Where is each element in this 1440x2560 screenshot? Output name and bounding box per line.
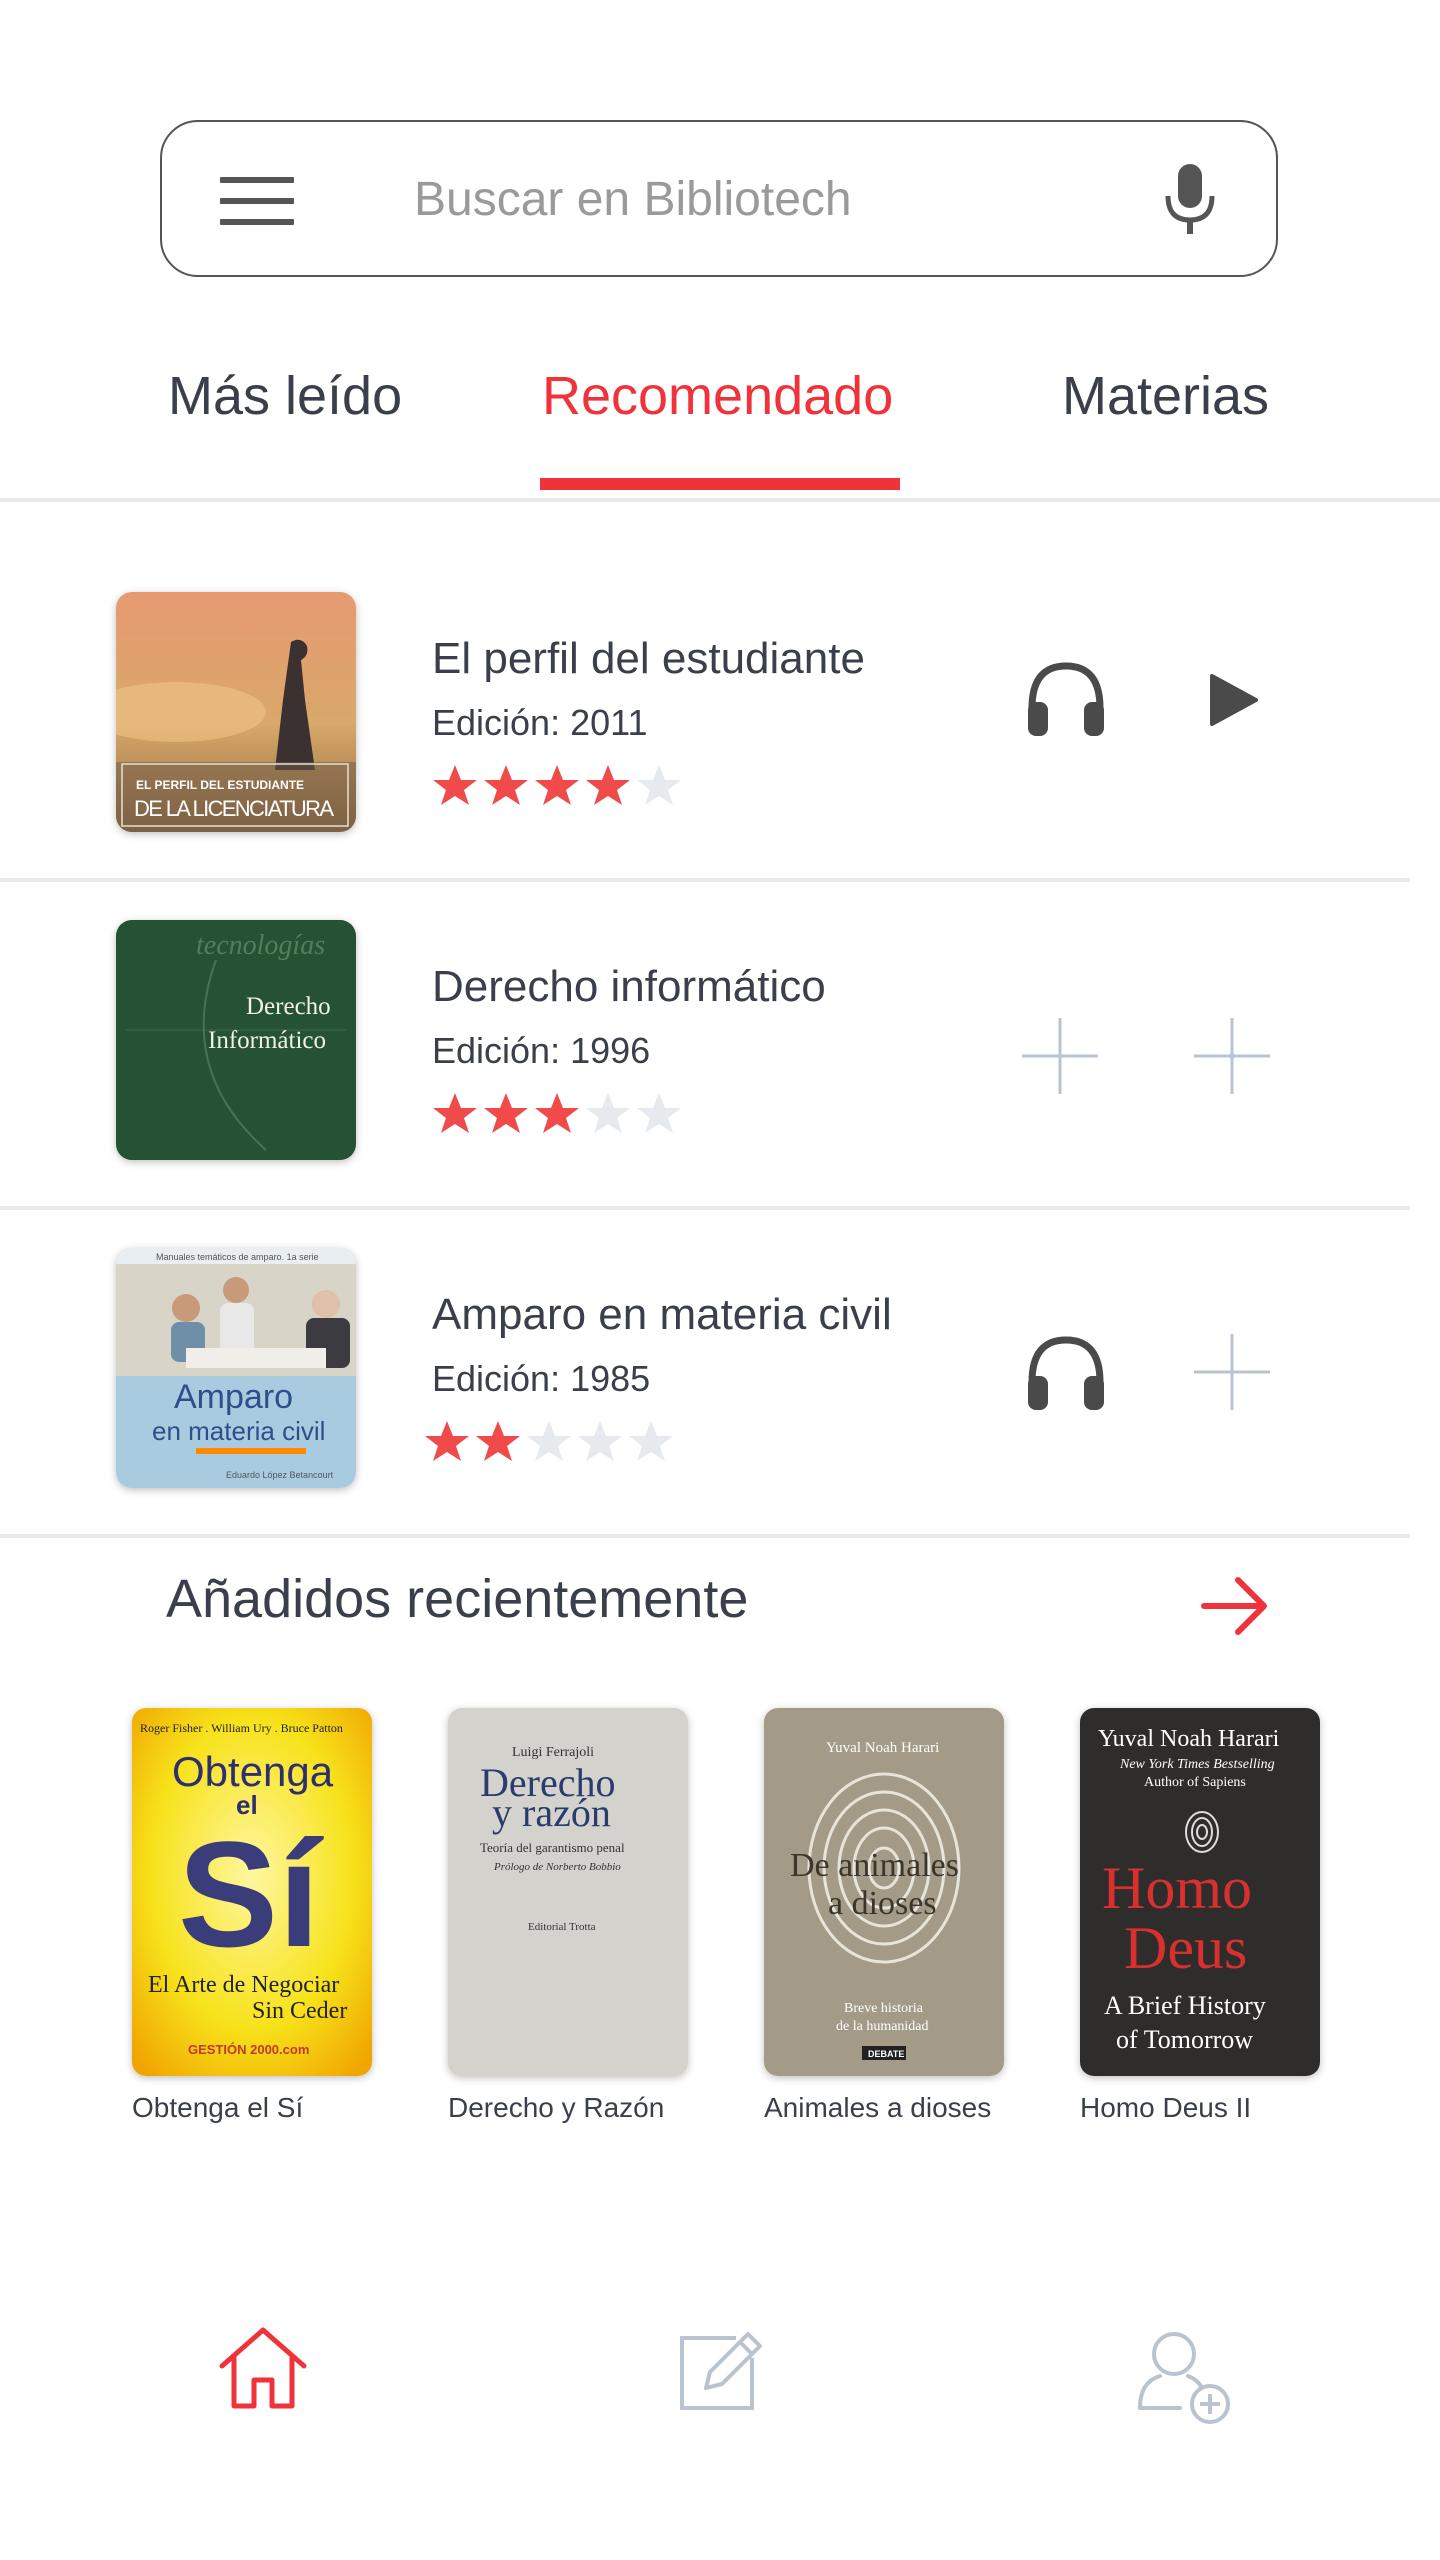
cover-text: Homo xyxy=(1102,1855,1252,1921)
book-edition: Edición: 2011 xyxy=(432,702,648,743)
arrow-right-icon[interactable] xyxy=(1200,1572,1272,1640)
book-row[interactable]: tecnologías Derecho Informático Derecho … xyxy=(0,920,1410,1248)
cover-text: Sin Ceder xyxy=(252,1998,347,2024)
book-title[interactable]: Derecho informático xyxy=(432,962,826,1012)
star-filled-icon xyxy=(476,1421,520,1461)
cover-text: A Brief History xyxy=(1104,1991,1266,2020)
cover-text: de la humanidad xyxy=(836,2019,929,2034)
cover-text: Amparo xyxy=(174,1378,293,1416)
book-row[interactable]: EL PERFIL DEL ESTUDIANTE DE LA LICENCIAT… xyxy=(0,592,1410,920)
recent-book-card[interactable]: Roger Fisher . William Ury . Bruce Patto… xyxy=(132,1708,372,2124)
star-empty-icon xyxy=(527,1421,571,1461)
plus-icon[interactable] xyxy=(1194,1334,1270,1410)
cover-text: Editorial Trotta xyxy=(528,1921,596,1933)
star-filled-icon xyxy=(484,765,528,805)
cover-text: Obtenga xyxy=(172,1748,334,1795)
book-row[interactable]: Manuales temáticos de amparo. 1a serie A… xyxy=(0,1248,1410,1576)
star-empty-icon xyxy=(629,1421,673,1461)
plus-icon[interactable] xyxy=(1022,1018,1098,1094)
book-cover[interactable]: Yuval Noah Harari New York Times Bestsel… xyxy=(1080,1708,1320,2076)
cover-text: Manuales temáticos de amparo. 1a serie xyxy=(156,1252,319,1262)
headphones-icon[interactable] xyxy=(1024,658,1108,740)
edit-icon[interactable] xyxy=(676,2326,766,2414)
recent-book-card[interactable]: Yuval Noah Harari De animales a dioses B… xyxy=(764,1708,1004,2124)
cover-text: a dioses xyxy=(828,1885,937,1922)
book-cover[interactable]: Yuval Noah Harari De animales a dioses B… xyxy=(764,1708,1004,2076)
cover-text: DEBATE xyxy=(868,2049,904,2059)
star-filled-icon xyxy=(484,1093,528,1133)
rating-stars xyxy=(422,1418,677,1464)
book-cover[interactable]: Manuales temáticos de amparo. 1a serie A… xyxy=(116,1248,356,1488)
cover-text: Roger Fisher . William Ury . Bruce Patto… xyxy=(140,1721,343,1735)
recent-book-card[interactable]: Luigi Ferrajoli Derecho y razón Teoría d… xyxy=(448,1708,688,2124)
book-caption: Animales a dioses xyxy=(764,2092,992,2123)
book-cover[interactable]: Luigi Ferrajoli Derecho y razón Teoría d… xyxy=(448,1708,688,2076)
home-icon[interactable] xyxy=(218,2326,308,2410)
cover-text: Luigi Ferrajoli xyxy=(512,1745,594,1760)
book-caption: Obtenga el Sí xyxy=(132,2092,304,2123)
search-bar xyxy=(160,120,1278,277)
cover-text: y razón xyxy=(492,1790,611,1835)
cover-text: Yuval Noah Harari xyxy=(1098,1726,1280,1752)
star-filled-icon xyxy=(586,765,630,805)
cover-text: GESTIÓN 2000.com xyxy=(188,2042,309,2057)
book-caption: Derecho y Razón xyxy=(448,2092,665,2123)
star-empty-icon xyxy=(637,1093,681,1133)
cover-text: EL PERFIL DEL ESTUDIANTE xyxy=(136,778,304,792)
cover-watermark: tecnologías xyxy=(196,930,325,961)
cover-text: of Tomorrow xyxy=(1116,2025,1253,2054)
star-filled-icon xyxy=(433,1093,477,1133)
tab-recomendado[interactable]: Recomendado xyxy=(542,365,893,427)
headphones-icon[interactable] xyxy=(1024,1332,1108,1414)
book-edition: Edición: 1996 xyxy=(432,1030,651,1071)
tab-materias[interactable]: Materias xyxy=(1062,365,1269,427)
cover-text: De animales xyxy=(790,1847,959,1884)
book-cover[interactable]: Roger Fisher . William Ury . Bruce Patto… xyxy=(132,1708,372,2076)
microphone-icon[interactable] xyxy=(1160,162,1220,242)
star-filled-icon xyxy=(433,765,477,805)
book-cover[interactable]: EL PERFIL DEL ESTUDIANTE DE LA LICENCIAT… xyxy=(116,592,356,832)
row-divider xyxy=(0,878,1410,882)
cover-text: Breve historia xyxy=(844,2001,924,2016)
row-divider xyxy=(0,1534,1410,1538)
cover-text: Informático xyxy=(208,1027,326,1054)
star-empty-icon xyxy=(637,765,681,805)
recent-book-card[interactable]: Yuval Noah Harari New York Times Bestsel… xyxy=(1080,1708,1320,2124)
cover-text: Sí xyxy=(178,1810,324,1978)
cover-text: Yuval Noah Harari xyxy=(826,1740,939,1756)
cover-text: DE LA LICENCIATURA xyxy=(134,796,334,821)
cover-text: Eduardo López Betancourt xyxy=(226,1470,334,1480)
rating-stars xyxy=(430,762,685,808)
book-cover[interactable]: tecnologías Derecho Informático xyxy=(116,920,356,1160)
star-filled-icon xyxy=(535,765,579,805)
add-user-icon[interactable] xyxy=(1136,2326,1236,2426)
star-empty-icon xyxy=(578,1421,622,1461)
tab-mas-leido[interactable]: Más leído xyxy=(168,365,402,427)
cover-text: Derecho xyxy=(246,993,331,1020)
cover-text: New York Times Bestselling xyxy=(1119,1757,1275,1772)
star-filled-icon xyxy=(535,1093,579,1133)
active-tab-indicator xyxy=(540,478,900,490)
section-title: Añadidos recientemente xyxy=(166,1569,749,1629)
star-filled-icon xyxy=(425,1421,469,1461)
cover-text: El Arte de Negociar xyxy=(148,1972,339,1998)
cover-text: Prólogo de Norberto Bobbio xyxy=(493,1861,621,1873)
rating-stars xyxy=(430,1090,685,1136)
cover-text: Author of Sapiens xyxy=(1144,1775,1246,1790)
book-title[interactable]: El perfil del estudiante xyxy=(432,634,865,684)
row-divider xyxy=(0,1206,1410,1210)
menu-icon[interactable] xyxy=(220,177,294,225)
search-input[interactable] xyxy=(412,162,1016,236)
book-caption: Homo Deus II xyxy=(1080,2092,1252,2123)
star-empty-icon xyxy=(586,1093,630,1133)
cover-text: Teoría del garantismo penal xyxy=(480,1840,625,1855)
plus-icon[interactable] xyxy=(1194,1018,1270,1094)
cover-text: en materia civil xyxy=(152,1416,325,1446)
book-edition: Edición: 1985 xyxy=(432,1358,651,1399)
tabs-divider xyxy=(0,498,1440,502)
book-title[interactable]: Amparo en materia civil xyxy=(432,1290,892,1340)
cover-text: Deus xyxy=(1124,1915,1247,1981)
play-icon[interactable] xyxy=(1208,672,1260,728)
